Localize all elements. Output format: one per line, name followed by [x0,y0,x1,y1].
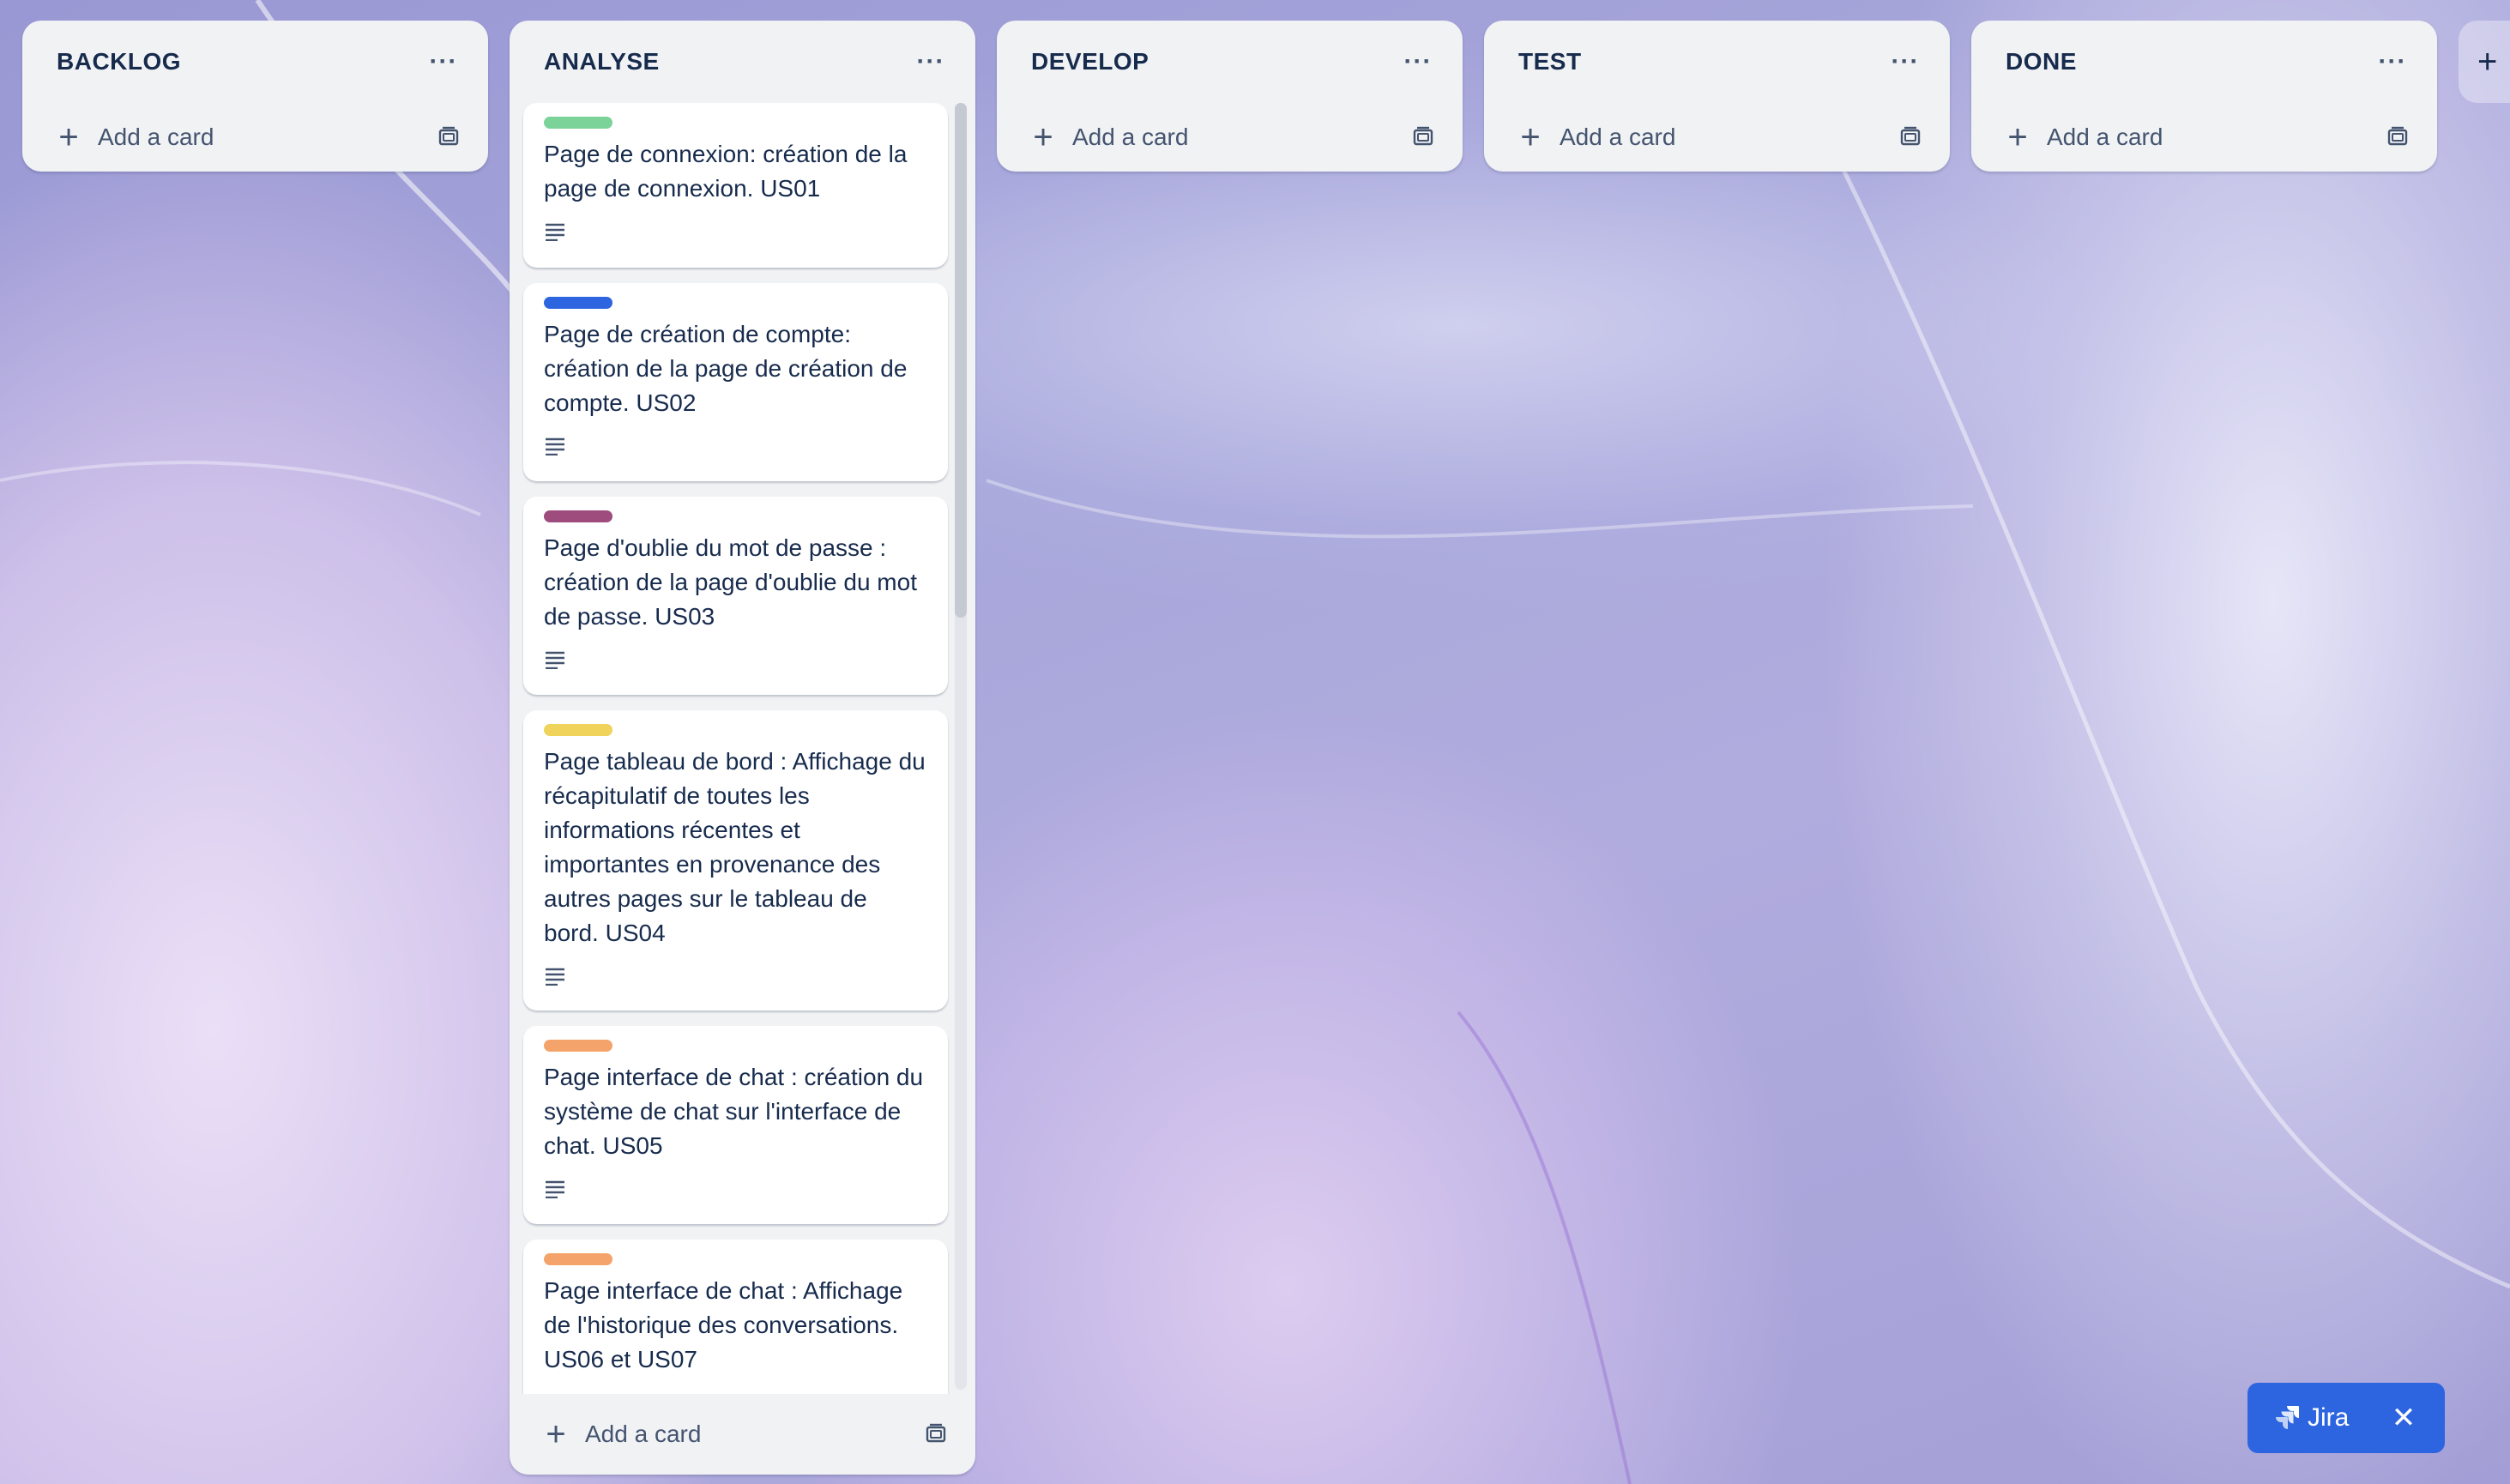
list-backlog: BACKLOG ··· + Add a card [22,21,488,172]
plus-icon: + [2477,42,2498,81]
add-card-label: Add a card [2047,124,2163,150]
list-header: DONE ··· [1971,21,2437,103]
list-menu-button[interactable]: ··· [1881,38,1929,86]
add-card-button[interactable]: + Add a card [2000,112,2379,163]
add-card-label: Add a card [1072,124,1189,150]
description-icon [544,1387,927,1394]
list-done: DONE ··· + Add a card [1971,21,2437,172]
add-card-label: Add a card [585,1421,702,1447]
plus-icon: + [2007,118,2028,156]
description-icon [544,216,927,247]
list-test: TEST ··· + Add a card [1484,21,1950,172]
list-header: TEST ··· [1484,21,1950,103]
jira-button[interactable]: Jira [2275,1403,2386,1433]
list-header: DEVELOP ··· [997,21,1463,103]
card-list: Page de connexion: création de la page d… [510,103,975,1394]
card-us05[interactable]: Page interface de chat : création du sys… [523,1026,948,1224]
list-title[interactable]: DONE [2006,48,2368,75]
list-title[interactable]: BACKLOG [57,48,419,75]
list-menu-button[interactable]: ··· [1394,38,1442,86]
card-title: Page interface de chat : création du sys… [544,1064,924,1159]
card-us03[interactable]: Page d'oublie du mot de passe : création… [523,497,948,695]
add-card-button[interactable]: + Add a card [539,1409,917,1460]
create-from-template-icon[interactable] [430,118,468,156]
jira-label: Jira [2308,1403,2350,1432]
plus-icon: + [546,1415,566,1453]
plus-icon: + [1520,118,1541,156]
description-icon [544,431,927,461]
add-card-row: + Add a card [22,103,488,172]
create-from-template-icon[interactable] [917,1415,955,1453]
plus-icon: + [1033,118,1053,156]
scrollbar-thumb[interactable] [955,103,967,618]
close-icon[interactable]: ✕ [2386,1401,2421,1435]
add-card-label: Add a card [1560,124,1676,150]
add-card-row: + Add a card [510,1394,975,1475]
card-title: Page de création de compte: création de … [544,321,908,416]
board-canvas: BACKLOG ··· + Add a card ANALYSE ··· Pag… [0,0,2510,1484]
add-list-button[interactable]: + [2459,21,2510,103]
card-label[interactable] [544,1040,612,1052]
card-title: Page de connexion: création de la page d… [544,141,908,202]
description-icon [544,961,927,992]
list-title[interactable]: TEST [1518,48,1881,75]
card-label[interactable] [544,510,612,522]
card-title: Page tableau de bord : Affichage du réca… [544,748,926,946]
card-label[interactable] [544,1253,612,1265]
list-scrollbar[interactable] [955,103,967,1390]
description-icon [544,644,927,675]
list-develop: DEVELOP ··· + Add a card [997,21,1463,172]
add-card-row: + Add a card [1484,103,1950,172]
list-analyse: ANALYSE ··· Page de connexion: création … [510,21,975,1475]
card-us04[interactable]: Page tableau de bord : Affichage du réca… [523,710,948,1010]
card-label[interactable] [544,297,612,309]
jira-logo-icon [2275,1403,2301,1433]
card-title: Page interface de chat : Affichage de l'… [544,1277,903,1372]
card-us01[interactable]: Page de connexion: création de la page d… [523,103,948,268]
list-title[interactable]: ANALYSE [544,48,907,75]
add-card-label: Add a card [98,124,214,150]
add-card-button[interactable]: + Add a card [1026,112,1404,163]
background-decoration [0,0,2510,1484]
add-card-row: + Add a card [1971,103,2437,172]
card-label[interactable] [544,724,612,736]
plus-icon: + [58,118,79,156]
card-us06-us07[interactable]: Page interface de chat : Affichage de l'… [523,1240,948,1394]
list-menu-button[interactable]: ··· [2368,38,2416,86]
description-icon [544,1173,927,1204]
card-title: Page d'oublie du mot de passe : création… [544,534,917,630]
list-menu-button[interactable]: ··· [907,38,955,86]
create-from-template-icon[interactable] [1404,118,1442,156]
card-label[interactable] [544,117,612,129]
add-card-button[interactable]: + Add a card [1513,112,1892,163]
jira-widget: Jira ✕ [2248,1383,2445,1453]
card-us02[interactable]: Page de création de compte: création de … [523,283,948,481]
add-card-row: + Add a card [997,103,1463,172]
create-from-template-icon[interactable] [2379,118,2416,156]
list-header: ANALYSE ··· [510,21,975,103]
add-card-button[interactable]: + Add a card [51,112,430,163]
list-title[interactable]: DEVELOP [1031,48,1394,75]
list-header: BACKLOG ··· [22,21,488,103]
create-from-template-icon[interactable] [1892,118,1929,156]
list-menu-button[interactable]: ··· [419,38,468,86]
